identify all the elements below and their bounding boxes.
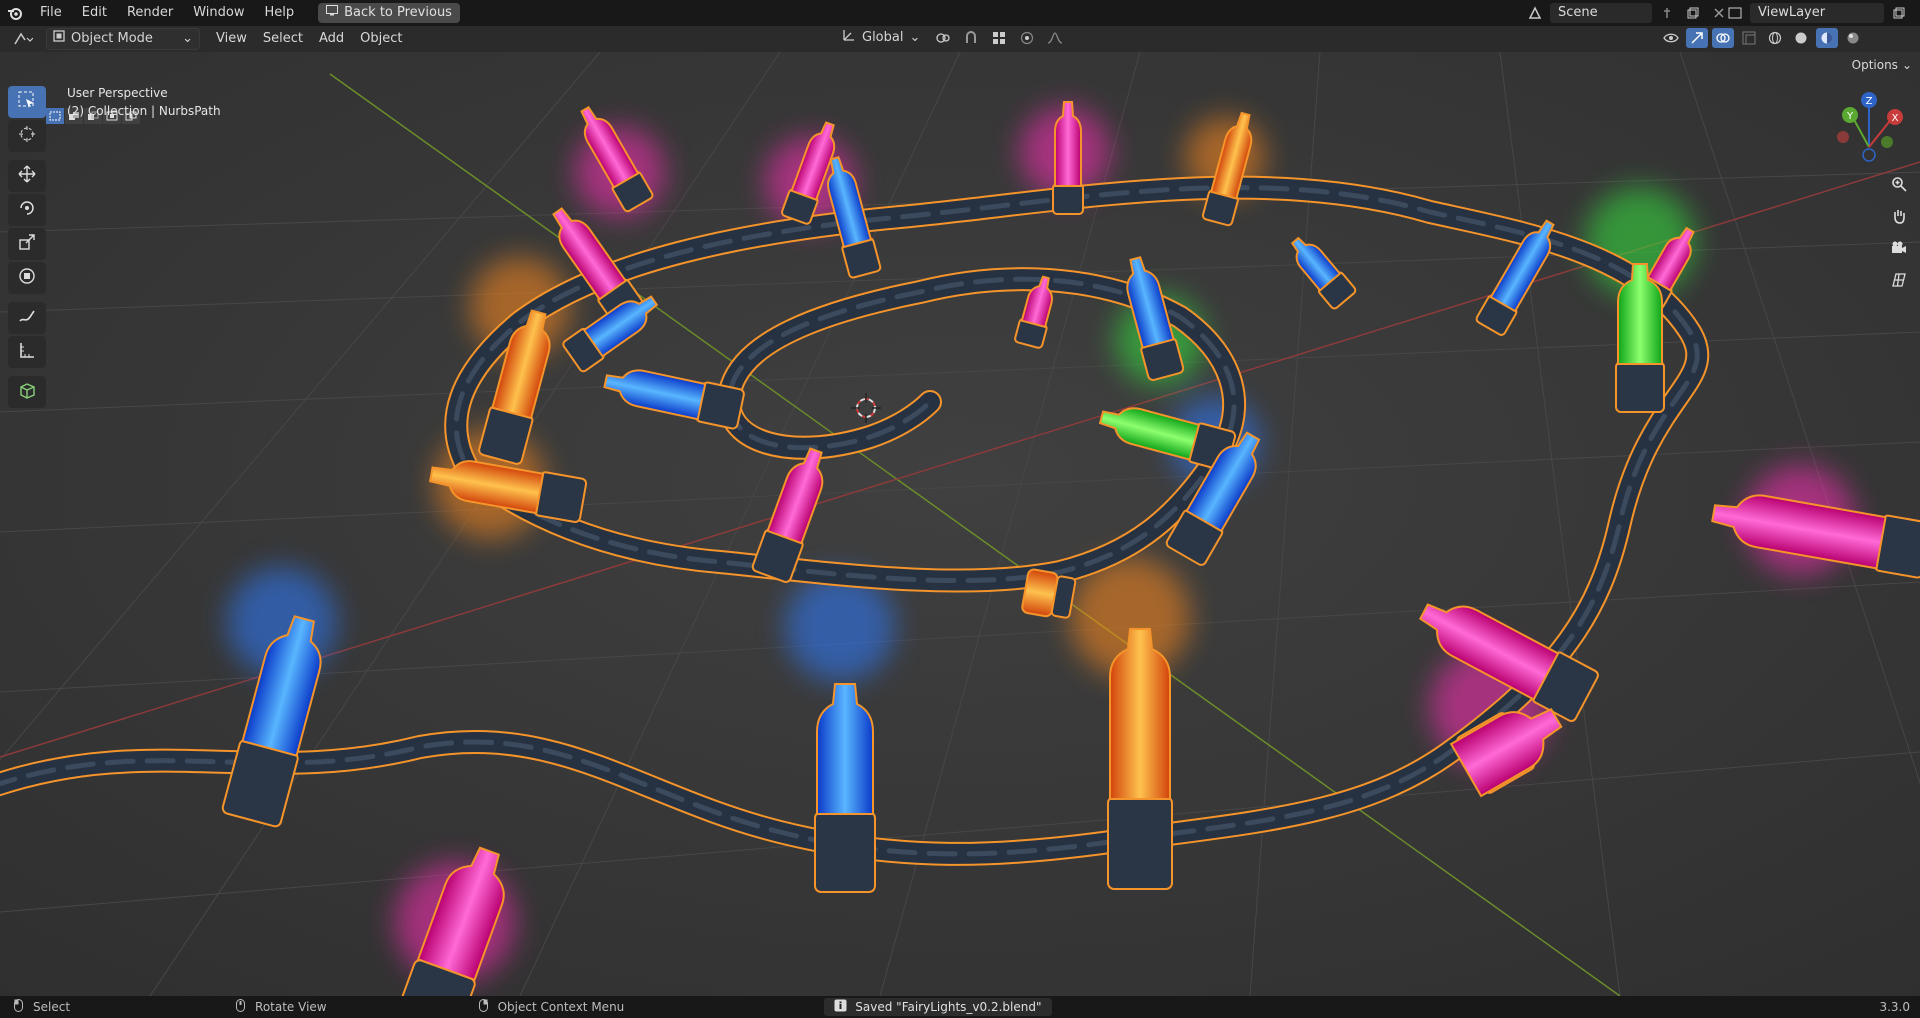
perspective-label: User Perspective [67,86,168,100]
back-label: Back to Previous [344,5,452,20]
new-view-layer-icon[interactable] [1888,3,1910,23]
falloff-icon[interactable] [1044,28,1066,48]
select-box-tool[interactable] [8,86,46,118]
scale-icon [18,233,36,255]
proportional-editing-icon[interactable] [1016,28,1038,48]
back-to-previous-button[interactable]: Back to Previous [318,3,460,23]
editor-type-icon[interactable] [8,29,38,49]
menu-object[interactable]: Object [352,28,410,50]
chevron-down-icon: ⌄ [182,31,193,46]
view-layer-icon[interactable] [1724,3,1746,23]
mouse-right-icon [478,999,488,1015]
scene-render: Z Y X [0,52,1920,996]
close-view-layer-icon[interactable] [1914,3,1920,23]
orientation-label: Global [862,30,904,45]
snap-increment-icon[interactable] [988,28,1010,48]
view-layer-selector: ViewLayer [1724,3,1920,23]
version-label: 3.3.0 [1879,1000,1910,1014]
transform-controls: Global ⌄ [836,28,1066,48]
material-shading-icon[interactable] [1816,28,1838,48]
collection-info-label: (2) Collection | NurbsPath [67,104,221,118]
options-dropdown[interactable]: Options ⌄ [1852,58,1912,72]
object-mode-icon [53,29,65,49]
add-cube-icon [18,381,36,403]
menu-window[interactable]: Window [183,0,254,26]
annotate-icon [18,307,36,329]
orientation-dropdown[interactable]: Global ⌄ [836,28,926,48]
scale-tool[interactable] [8,228,46,260]
info-icon [834,999,847,1015]
screen-icon [326,3,339,23]
visibility-icon[interactable] [1660,28,1682,48]
camera-view-icon[interactable] [1884,234,1914,262]
menu-file[interactable]: File [30,0,72,26]
cursor-tool[interactable] [8,120,46,152]
add-cube-tool[interactable] [8,376,46,408]
status-bar: Select Rotate View Object Context Menu S… [0,996,1920,1018]
mouse-left-icon [14,999,23,1015]
mode-label: Object Mode [71,31,153,46]
chevron-down-icon: ⌄ [1901,58,1912,72]
gizmo-y-label: Y [1846,111,1854,122]
tool-shelf [8,86,46,408]
new-scene-icon[interactable] [1682,3,1704,23]
orientation-icon [842,28,856,49]
xray-toggle-icon[interactable] [1738,28,1760,48]
rotate-icon [18,199,36,221]
menu-help[interactable]: Help [255,0,305,26]
scene-icon[interactable] [1524,3,1546,23]
cursor-icon [18,125,36,147]
gizmo-x-label: X [1892,113,1899,124]
viewport-header: Object Mode ⌄ View Select Add Object Glo… [0,26,1920,52]
status-rotate-label: Rotate View [255,1000,327,1014]
view-layer-field[interactable]: ViewLayer [1750,3,1884,23]
menu-view[interactable]: View [208,28,255,50]
scene-name-field[interactable]: Scene [1550,3,1652,23]
pivot-icon[interactable] [932,28,954,48]
measure-tool[interactable] [8,336,46,368]
annotate-tool[interactable] [8,302,46,334]
status-select-label: Select [33,1000,71,1014]
chevron-down-icon: ⌄ [909,30,921,45]
move-tool[interactable] [8,160,46,192]
menu-edit[interactable]: Edit [72,0,117,26]
viewport-navigation [1884,170,1914,294]
pan-hand-icon[interactable] [1884,202,1914,230]
bulb-blue [814,683,876,893]
report-message-text: Saved "FairyLights_v0.2.blend" [855,1000,1042,1014]
blender-logo-icon[interactable] [0,0,30,26]
options-label: Options [1851,58,1898,72]
zoom-icon[interactable] [1884,170,1914,198]
menu-render[interactable]: Render [117,0,183,26]
mode-dropdown[interactable]: Object Mode ⌄ [46,28,200,50]
pin-icon[interactable] [1656,3,1678,23]
wireframe-shading-icon[interactable] [1764,28,1786,48]
ortho-grid-icon[interactable] [1884,266,1914,294]
menu-select[interactable]: Select [255,28,311,50]
snap-icon[interactable] [960,28,982,48]
3d-viewport[interactable]: Z Y X User Perspective (2) Collection | … [0,52,1920,996]
mouse-middle-icon [236,999,246,1015]
gizmo-z-label: Z [1866,96,1873,107]
menu-add[interactable]: Add [311,28,352,50]
select-box-icon [18,91,36,113]
rendered-shading-icon[interactable] [1842,28,1864,48]
solid-shading-icon[interactable] [1790,28,1812,48]
overlays-toggle-icon[interactable] [1712,28,1734,48]
bulb-green [1615,263,1665,413]
scene-selector: Scene [1524,3,1730,23]
report-message[interactable]: Saved "FairyLights_v0.2.blend" [824,998,1052,1016]
status-context-label: Object Context Menu [497,1000,625,1014]
move-icon [18,165,36,187]
transform-tool[interactable] [8,262,46,294]
measure-icon [18,341,36,363]
shading-controls [1660,28,1864,48]
bulb-orange [1107,628,1173,890]
gizmo-toggle-icon[interactable] [1686,28,1708,48]
rotate-tool[interactable] [8,194,46,226]
top-bar: File Edit Render Window Help Back to Pre… [0,0,1920,26]
select-new-icon[interactable] [46,108,64,124]
transform-icon [18,267,36,289]
